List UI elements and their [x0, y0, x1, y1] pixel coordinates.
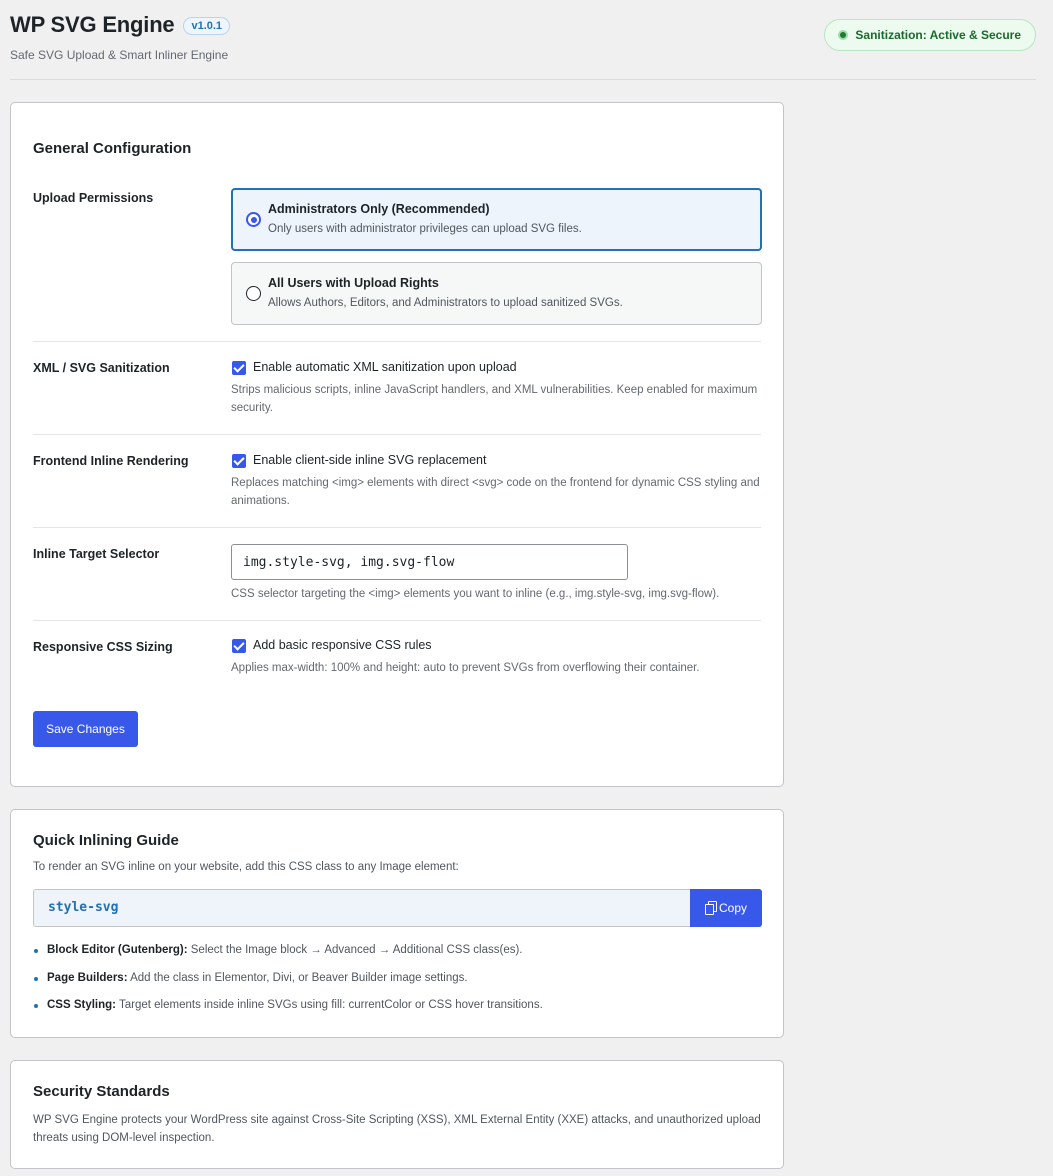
- security-description: WP SVG Engine protects your WordPress si…: [33, 1114, 761, 1144]
- radio-all-users[interactable]: All Users with Upload Rights Allows Auth…: [231, 262, 762, 325]
- inline-rendering-checkbox[interactable]: [232, 454, 246, 468]
- responsive-checkbox[interactable]: [232, 639, 246, 653]
- divider: [33, 620, 761, 621]
- divider: [33, 527, 761, 528]
- list-item-text: Target elements inside inline SVGs using…: [116, 999, 543, 1011]
- css-class-code-box: style-svg Copy: [33, 889, 762, 927]
- sanitization-checkbox-label[interactable]: Enable automatic XML sanitization upon u…: [253, 360, 517, 374]
- version-badge: v1.0.1: [183, 17, 231, 35]
- divider: [33, 341, 761, 342]
- inline-rendering-label: Frontend Inline Rendering: [33, 454, 189, 468]
- sanitization-help: Strips malicious scripts, inline JavaScr…: [231, 384, 758, 414]
- copy-button-label: Copy: [718, 901, 747, 915]
- radio-selected-icon[interactable]: [246, 212, 261, 227]
- responsive-label: Responsive CSS Sizing: [33, 640, 173, 654]
- guide-description: To render an SVG inline on your website,…: [33, 861, 459, 873]
- list-item: Block Editor (Gutenberg): Select the Ima…: [33, 944, 543, 972]
- list-item-bold: Block Editor (Gutenberg):: [47, 944, 188, 956]
- radio-unselected-icon[interactable]: [246, 286, 261, 301]
- guide-list: Block Editor (Gutenberg): Select the Ima…: [33, 944, 543, 1027]
- radio-option-desc: Allows Authors, Editors, and Administrat…: [268, 297, 623, 309]
- sanitization-checkbox[interactable]: [232, 361, 246, 375]
- list-item-text: Add the class in Elementor, Divi, or Bea…: [127, 971, 468, 984]
- status-dot-icon: [838, 30, 849, 40]
- list-item: Page Builders: Add the class in Elemento…: [33, 972, 543, 1000]
- general-configuration-title: General Configuration: [33, 140, 192, 157]
- responsive-help: Applies max-width: 100% and height: auto…: [231, 662, 700, 674]
- radio-option-desc: Only users with administrator privileges…: [268, 223, 582, 235]
- radio-administrators-only[interactable]: Administrators Only (Recommended) Only u…: [231, 188, 762, 251]
- target-selector-input[interactable]: [231, 544, 628, 580]
- copy-button[interactable]: Copy: [690, 889, 762, 927]
- divider: [33, 434, 761, 435]
- sanitization-label: XML / SVG Sanitization: [33, 361, 170, 375]
- security-title: Security Standards: [33, 1083, 170, 1100]
- list-item: CSS Styling: Target elements inside inli…: [33, 999, 543, 1027]
- list-item-bold: Page Builders:: [47, 971, 128, 984]
- upload-permissions-label: Upload Permissions: [33, 191, 154, 205]
- general-configuration-card: General Configuration Upload Permissions…: [10, 102, 784, 787]
- list-item-bold: CSS Styling:: [47, 999, 117, 1011]
- page-header: WP SVG Engine v1.0.1 Safe SVG Upload & S…: [10, 12, 1036, 80]
- quick-inlining-guide-card: Quick Inlining Guide To render an SVG in…: [10, 809, 784, 1038]
- target-selector-help: CSS selector targeting the <img> element…: [231, 588, 720, 600]
- copy-icon: [704, 900, 717, 915]
- inline-rendering-checkbox-label[interactable]: Enable client-side inline SVG replacemen…: [253, 453, 486, 467]
- responsive-checkbox-label[interactable]: Add basic responsive CSS rules: [253, 638, 432, 652]
- save-changes-button[interactable]: Save Changes: [33, 711, 138, 747]
- radio-option-title: Administrators Only (Recommended): [268, 202, 490, 216]
- security-standards-card: Security Standards WP SVG Engine protect…: [10, 1060, 784, 1169]
- status-badge: Sanitization: Active & Secure: [824, 19, 1036, 51]
- guide-title: Quick Inlining Guide: [33, 832, 179, 849]
- page-title: WP SVG Engine: [10, 12, 175, 37]
- inline-rendering-help: Replaces matching <img> elements with di…: [231, 477, 760, 507]
- radio-option-title: All Users with Upload Rights: [268, 276, 439, 290]
- target-selector-label: Inline Target Selector: [33, 547, 160, 561]
- status-text: Sanitization: Active & Secure: [855, 28, 1021, 42]
- css-class-code[interactable]: style-svg: [48, 900, 118, 915]
- list-item-text: Select the Image block → Advanced → Addi…: [187, 944, 523, 956]
